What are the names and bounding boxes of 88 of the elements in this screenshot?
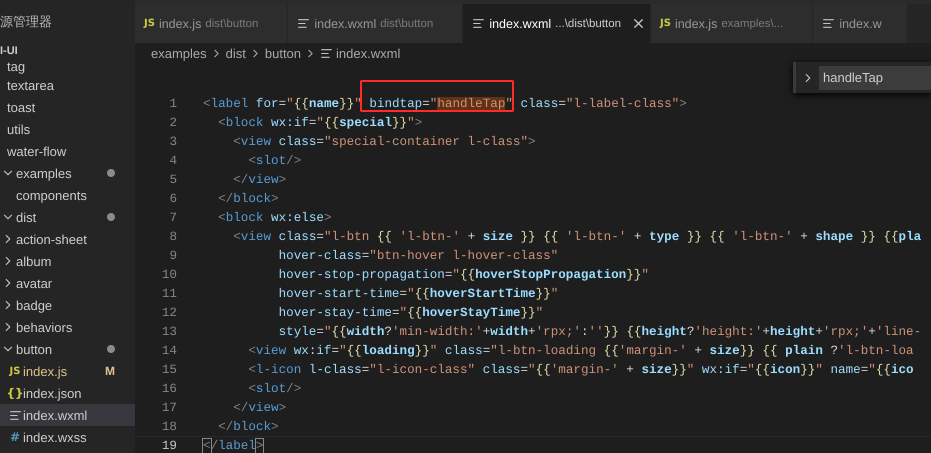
tree-item[interactable]: index.wxml [0,404,135,426]
editor-tab[interactable]: index.wxml dist\button [288,4,464,43]
git-status: M [105,364,115,378]
tree-item[interactable]: textarea [0,74,135,96]
tree-item[interactable]: dist [0,206,135,228]
code-line: <slot/> [247,382,302,396]
editor-tab[interactable]: JS index.js examples\... [651,4,814,43]
tab-label: index.wxml [489,16,552,30]
line-number: 8 [168,230,177,244]
code-line: <block wx:else> [217,210,332,224]
tree-item[interactable]: water-flow [0,140,135,162]
breadcrumb-item[interactable]: index.wxml [336,46,400,60]
code-line: <view class="special-container l-class"> [232,134,536,148]
file-type-icon: {} [6,386,24,400]
tree-item[interactable]: JS index.js M [0,360,135,382]
tab-path: dist\button [380,18,434,30]
code-line: <slot/> [247,154,302,168]
file-type-icon: JS [144,18,155,29]
line-number: 18 [160,420,177,434]
code-line: </view> [232,172,286,186]
breadcrumb-item[interactable]: examples [151,46,207,60]
line-number: 3 [168,134,177,148]
code-line: </block> [217,420,279,434]
line-number: 10 [160,268,177,282]
code-line: </block> [217,192,279,206]
code-line: style="{{width?'min-width:'+width+'rpx;':''}} {{height?'height:'+height+'rpx;'+'line- [278,324,922,338]
line-number: 19 [160,438,177,452]
tree-item[interactable]: behaviors [0,316,135,338]
tab-label: index.wxml [314,16,376,30]
code-line: <label for="{{name}}" bindtap="handleTap" class="l-label-class"> [203,96,687,110]
tree-item[interactable]: {}index.json [0,382,135,404]
tree-item[interactable]: album [0,250,135,272]
breadcrumb-item[interactable]: dist [226,46,246,60]
line-number: 11 [160,286,177,300]
line-number: 4 [168,154,177,168]
code-line: hover-class="btn-hover l-hover-class" [278,248,558,262]
project-name: I-UI [0,45,18,57]
line-number: 14 [160,344,177,358]
tree-item[interactable]: components [0,184,135,206]
tree-item[interactable]: tag [0,59,135,74]
line-number: 17 [160,400,177,414]
tree-item[interactable]: badge [0,294,135,316]
file-lines-icon [472,17,486,30]
code-line: </label> [203,438,264,452]
code-line: </view> [232,400,286,414]
line-number: 12 [160,306,177,320]
code-line: <block wx:if="{{special}}"> [217,116,422,130]
file-type-icon: JS [660,18,671,29]
code-line: <view class="l-btn {{ 'l-btn-' + size }} {{ 'l-btn-' + type }} {{ 'l-btn-' + shape }} {{pla [232,230,922,244]
file-type-icon: # [10,430,20,444]
tree-item[interactable]: avatar [0,272,135,294]
tree-item[interactable]: button [0,338,135,360]
tree-item[interactable]: action-sheet [0,228,135,250]
tree-item[interactable]: toast [0,96,135,118]
panel-title: 源管理器 [0,12,53,30]
tab-path: ...\dist\button [555,18,621,30]
tab-label: index.js [674,16,718,30]
code-line: hover-stop-propagation="{{hoverStopPropagation}}" [278,268,649,282]
line-number: 7 [168,210,177,224]
editor-tab[interactable]: index.w [813,4,908,43]
file-lines-icon [297,17,310,30]
file-lines-icon [822,17,836,30]
line-number: 1 [168,96,177,110]
breadcrumb-item[interactable]: button [264,46,302,60]
code-line: hover-start-time="{{hoverStartTime}}" [278,286,558,300]
tree-item[interactable]: # index.wxss [0,426,135,448]
file-lines-icon [320,46,334,60]
code-line: hover-stay-time="{{hoverStayTime}}" [278,306,544,320]
code-line: <view wx:if="{{loading}}" class="l-btn-loading {{'margin-' + size}} {{ plain ?'l-btn-loa [247,344,914,358]
editor-tab[interactable]: index.wxml ...\dist\button [463,4,651,43]
tab-label: index.js [158,16,202,30]
line-number: 16 [160,382,177,396]
line-number: 13 [160,324,177,338]
tab-label: index.w [839,16,882,30]
find-field[interactable]: handleTap [819,66,931,90]
tab-path: dist\button [205,18,258,30]
tab-path: examples\... [721,18,784,30]
tree-item[interactable]: utils [0,118,135,140]
tree-item[interactable]: examples [0,162,135,184]
code-line: <l-icon l-class="l-icon-class" class="{{'margin-' + size}}" wx:if="{{icon}}" name="{{ico [247,362,914,376]
line-number: 9 [168,248,177,262]
file-lines-icon [8,408,22,422]
file-type-icon: JS [10,366,20,376]
line-number: 15 [160,362,177,376]
line-number: 6 [168,192,177,206]
line-number: 5 [168,172,177,186]
line-number: 2 [168,116,177,130]
editor-tab[interactable]: JS index.js dist\button [135,4,288,43]
